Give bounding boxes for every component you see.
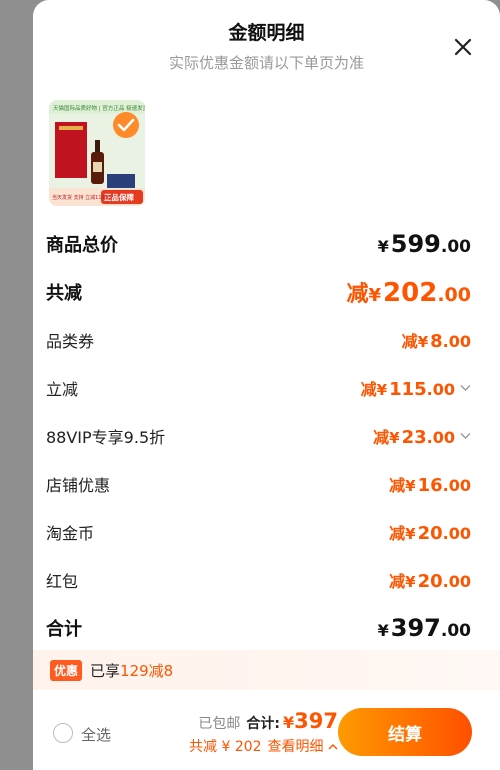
row-grand-total: 合计 ¥ 397 .00 <box>46 604 471 652</box>
product-banner-text: 天猫国际品质好物 | 官方正品 极速发货 <box>53 104 145 112</box>
close-icon[interactable] <box>452 36 474 58</box>
sheet-title: 金额明细 <box>228 22 305 44</box>
row-label: 共减 <box>46 283 82 304</box>
row-store-discount: 店铺优惠 减 ¥ 16 .00 <box>46 460 471 508</box>
chevron-down-icon[interactable] <box>460 384 471 392</box>
amount-integer: 23 <box>401 427 427 448</box>
select-all-label[interactable]: 全选 <box>81 724 111 745</box>
row-value: 减 ¥ 23 .00 <box>373 424 471 448</box>
row-value: ¥ 599 .00 <box>378 230 471 258</box>
amount-integer: 115 <box>389 379 427 400</box>
reduce-prefix: 减 <box>389 572 406 591</box>
row-value: 减 ¥ 16 .00 <box>389 472 471 496</box>
currency-symbol: ¥ <box>283 713 295 732</box>
reduce-prefix: 减 <box>360 380 377 399</box>
row-total-price: 商品总价 ¥ 599 .00 <box>46 220 471 268</box>
total-amount: ¥397 <box>283 709 338 733</box>
row-label: 88VIP专享9.5折 <box>46 428 166 447</box>
checkout-button[interactable]: 结算 <box>338 708 472 756</box>
amount-decimal: .00 <box>442 524 471 543</box>
product-image: 天猫国际品质好物 | 官方正品 极速发货 正品保障 当天发货 支持 立减115元 <box>49 100 145 206</box>
amount-integer: 20 <box>417 571 443 592</box>
promo-text-accent: 129减8 <box>120 661 174 680</box>
row-taojinbi: 淘金币 减 ¥ 20 .00 <box>46 508 471 556</box>
row-label: 店铺优惠 <box>46 476 111 495</box>
promo-text: 已享129减8 <box>90 660 173 681</box>
reduce-prefix: 减 <box>389 476 406 495</box>
row-instant-reduce[interactable]: 立减 减 ¥ 115 .00 <box>46 364 471 412</box>
row-value: 减 ¥ 202 .00 <box>347 276 472 308</box>
currency-symbol: ¥ <box>377 621 389 640</box>
row-vip-discount[interactable]: 88VIP专享9.5折 减 ¥ 23 .00 <box>46 412 471 460</box>
total-label: 合计: <box>246 716 281 732</box>
promo-text-prefix: 已享 <box>90 661 121 680</box>
select-all-radio[interactable] <box>53 723 73 743</box>
checkout-bar: 全选 已包邮 合计: ¥397 共减 ¥ 202 查看明细 结算 <box>33 695 500 770</box>
product-bottom-text: 当天发货 支持 立减115元 <box>52 194 110 201</box>
currency-symbol: ¥ <box>389 429 400 447</box>
free-shipping-label: 已包邮 <box>198 716 241 732</box>
currency-symbol: ¥ <box>405 525 416 543</box>
amount-integer: 599 <box>390 230 441 258</box>
product-thumbnail[interactable]: 天猫国际品质好物 | 官方正品 极速发货 正品保障 当天发货 支持 立减115元 <box>49 100 145 206</box>
view-details-link[interactable]: 查看明细 <box>268 739 324 755</box>
amount-integer: 8 <box>430 331 443 352</box>
amount-integer: 20 <box>417 523 443 544</box>
sheet-subtitle: 实际优惠金额请以下单页为准 <box>168 54 364 72</box>
reduce-prefix: 减 <box>389 524 406 543</box>
chevron-up-icon[interactable] <box>328 743 338 751</box>
reduce-prefix: 减 <box>401 332 418 351</box>
amount-decimal: .00 <box>442 476 471 495</box>
order-summary: 已包邮 合计: ¥397 共减 ¥ 202 查看明细 <box>189 709 338 756</box>
amount-decimal: .00 <box>426 428 455 447</box>
total-amount-value: 397 <box>294 709 338 733</box>
currency-symbol: ¥ <box>417 333 429 351</box>
promo-badge: 优惠 <box>50 659 83 681</box>
row-total-reduce: 共减 减 ¥ 202 .00 <box>46 268 471 316</box>
reduce-prefix: 减 <box>346 282 369 307</box>
amount-decimal: .00 <box>442 572 471 591</box>
amount-integer: 202 <box>383 278 438 308</box>
view-details-toggle[interactable]: 共减 ¥ 202 查看明细 <box>189 736 338 756</box>
amount-integer: 397 <box>390 614 441 642</box>
reduced-amount-text: 共减 ¥ 202 <box>189 739 262 755</box>
amount-decimal: .00 <box>437 284 471 306</box>
currency-symbol: ¥ <box>377 237 389 256</box>
row-value: 减 ¥ 20 .00 <box>389 568 471 592</box>
amount-decimal: .00 <box>440 237 471 257</box>
amount-decimal: .00 <box>442 332 471 351</box>
row-label: 红包 <box>46 572 79 591</box>
row-label: 淘金币 <box>46 524 95 543</box>
reduce-prefix: 减 <box>373 428 390 447</box>
amount-decimal: .00 <box>440 621 471 641</box>
currency-symbol: ¥ <box>405 573 416 591</box>
row-label: 品类券 <box>46 332 95 351</box>
row-value: ¥ 397 .00 <box>378 614 471 642</box>
row-red-packet: 红包 减 ¥ 20 .00 <box>46 556 471 604</box>
currency-symbol: ¥ <box>405 477 416 495</box>
currency-symbol: ¥ <box>376 381 388 399</box>
currency-symbol: ¥ <box>368 285 382 306</box>
amount-integer: 16 <box>417 475 443 496</box>
row-value: 减 ¥ 8 .00 <box>402 328 471 352</box>
price-detail-sheet: 金额明细 实际优惠金额请以下单页为准 天猫国际品质好物 | 官方正品 极速发货 … <box>33 0 500 770</box>
row-label: 立减 <box>46 380 79 399</box>
row-category-coupon: 品类券 减 ¥ 8 .00 <box>46 316 471 364</box>
row-label: 商品总价 <box>46 235 118 256</box>
chevron-down-icon[interactable] <box>460 432 471 440</box>
row-value: 减 ¥ 115 .00 <box>361 376 471 400</box>
price-breakdown: 商品总价 ¥ 599 .00 共减 减 ¥ 202 .00 品类券 减 ¥ 8 … <box>46 220 471 652</box>
row-value: 减 ¥ 20 .00 <box>389 520 471 544</box>
row-label: 合计 <box>46 619 82 640</box>
promo-banner: 优惠 已享129减8 <box>33 650 500 690</box>
amount-decimal: .00 <box>426 380 455 399</box>
